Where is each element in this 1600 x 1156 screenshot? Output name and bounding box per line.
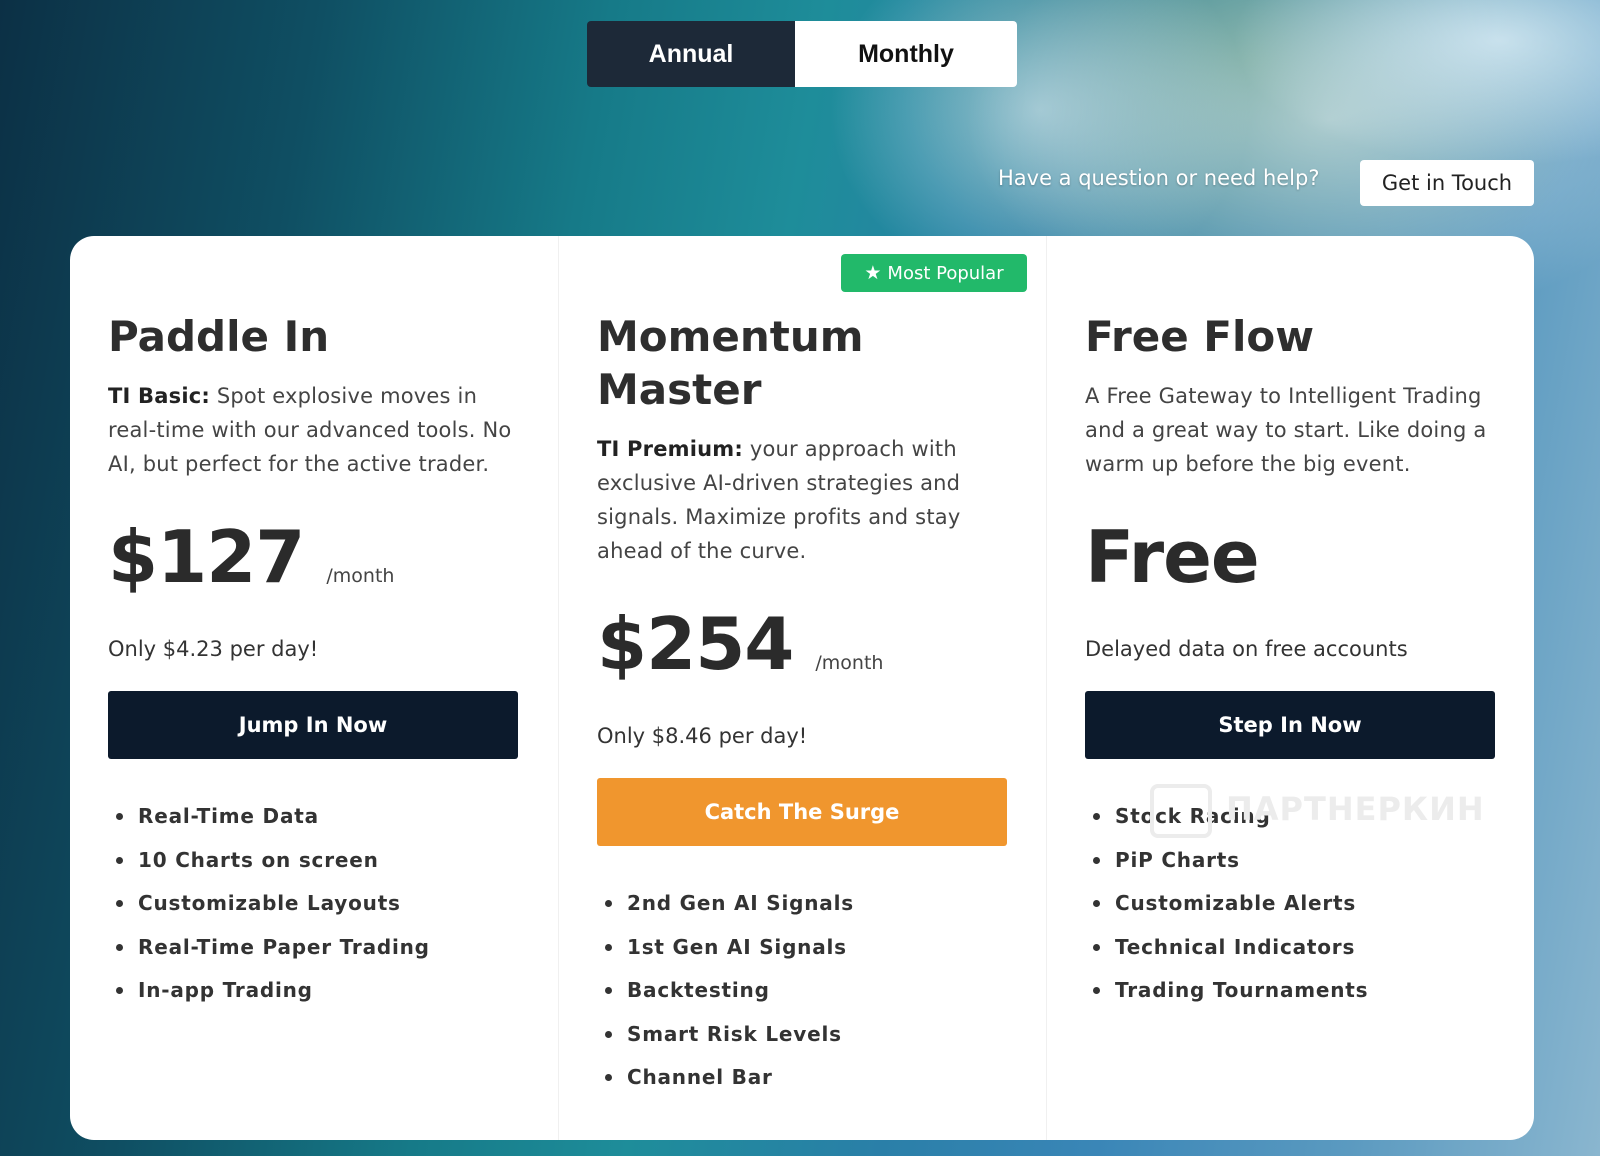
daily-price-note: Delayed data on free accounts <box>1085 637 1408 661</box>
daily-price-note: Only $4.23 per day! <box>108 637 319 661</box>
feature-item: Real-Time Paper Trading <box>116 926 518 970</box>
feature-list: Real-Time Data 10 Charts on screen Custo… <box>108 795 518 1013</box>
daily-price-note: Only $8.46 per day! <box>597 724 808 748</box>
billing-toggle: Annual Monthly <box>587 21 1017 87</box>
feature-list: 2nd Gen AI Signals 1st Gen AI Signals Ba… <box>597 882 1006 1100</box>
help-text: Have a question or need help? <box>998 166 1320 190</box>
price-period: /month <box>326 565 395 587</box>
plan-description: TI Premium: your approach with exclusive… <box>597 437 961 563</box>
step-in-now-button[interactable]: Step In Now <box>1085 691 1495 759</box>
feature-item: Real-Time Data <box>116 795 518 839</box>
price-row: $254 /month <box>597 602 1006 686</box>
pricing-card: Paddle In TI Basic: Spot explosive moves… <box>70 236 1534 1140</box>
feature-item: In-app Trading <box>116 969 518 1013</box>
star-icon: ★ <box>864 262 882 284</box>
price-row: Free <box>1085 515 1494 599</box>
plan-description: A Free Gateway to Intelligent Trading an… <box>1085 384 1487 476</box>
catch-the-surge-button[interactable]: Catch The Surge <box>597 778 1007 846</box>
feature-item: Backtesting <box>605 969 1006 1013</box>
feature-item: 2nd Gen AI Signals <box>605 882 1006 926</box>
annual-toggle-button[interactable]: Annual <box>587 21 795 87</box>
feature-item: Channel Bar <box>605 1056 1006 1100</box>
feature-item: Customizable Alerts <box>1093 882 1494 926</box>
plan-price: $127 <box>108 515 305 599</box>
chat-logo-icon <box>1150 784 1212 838</box>
plan-column-paddle-in: Paddle In TI Basic: Spot explosive moves… <box>70 236 558 1140</box>
jump-in-now-button[interactable]: Jump In Now <box>108 691 518 759</box>
feature-item: 1st Gen AI Signals <box>605 926 1006 970</box>
plan-title: Momentum Master <box>597 312 864 414</box>
most-popular-badge: ★ Most Popular <box>841 254 1027 292</box>
feature-item: Technical Indicators <box>1093 926 1494 970</box>
feature-item: Smart Risk Levels <box>605 1013 1006 1057</box>
watermark: ПАРТНЕРКИН <box>1150 784 1485 838</box>
price-row: $127 /month <box>108 515 518 599</box>
get-in-touch-button[interactable]: Get in Touch <box>1360 160 1534 206</box>
plan-column-free-flow: Free Flow A Free Gateway to Intelligent … <box>1046 236 1534 1140</box>
monthly-toggle-button[interactable]: Monthly <box>795 21 1017 87</box>
plan-description: TI Basic: Spot explosive moves in real-t… <box>108 384 512 476</box>
price-period: /month <box>815 652 884 674</box>
feature-item: Customizable Layouts <box>116 882 518 926</box>
plan-title: Paddle In <box>108 312 330 361</box>
feature-item: PiP Charts <box>1093 839 1494 883</box>
plan-price: Free <box>1085 515 1260 599</box>
feature-item: Trading Tournaments <box>1093 969 1494 1013</box>
feature-item: 10 Charts on screen <box>116 839 518 883</box>
plan-column-momentum-master: ★ Most Popular Momentum Master TI Premiu… <box>558 236 1046 1140</box>
plan-title: Free Flow <box>1085 312 1315 361</box>
plan-price: $254 <box>597 602 794 686</box>
